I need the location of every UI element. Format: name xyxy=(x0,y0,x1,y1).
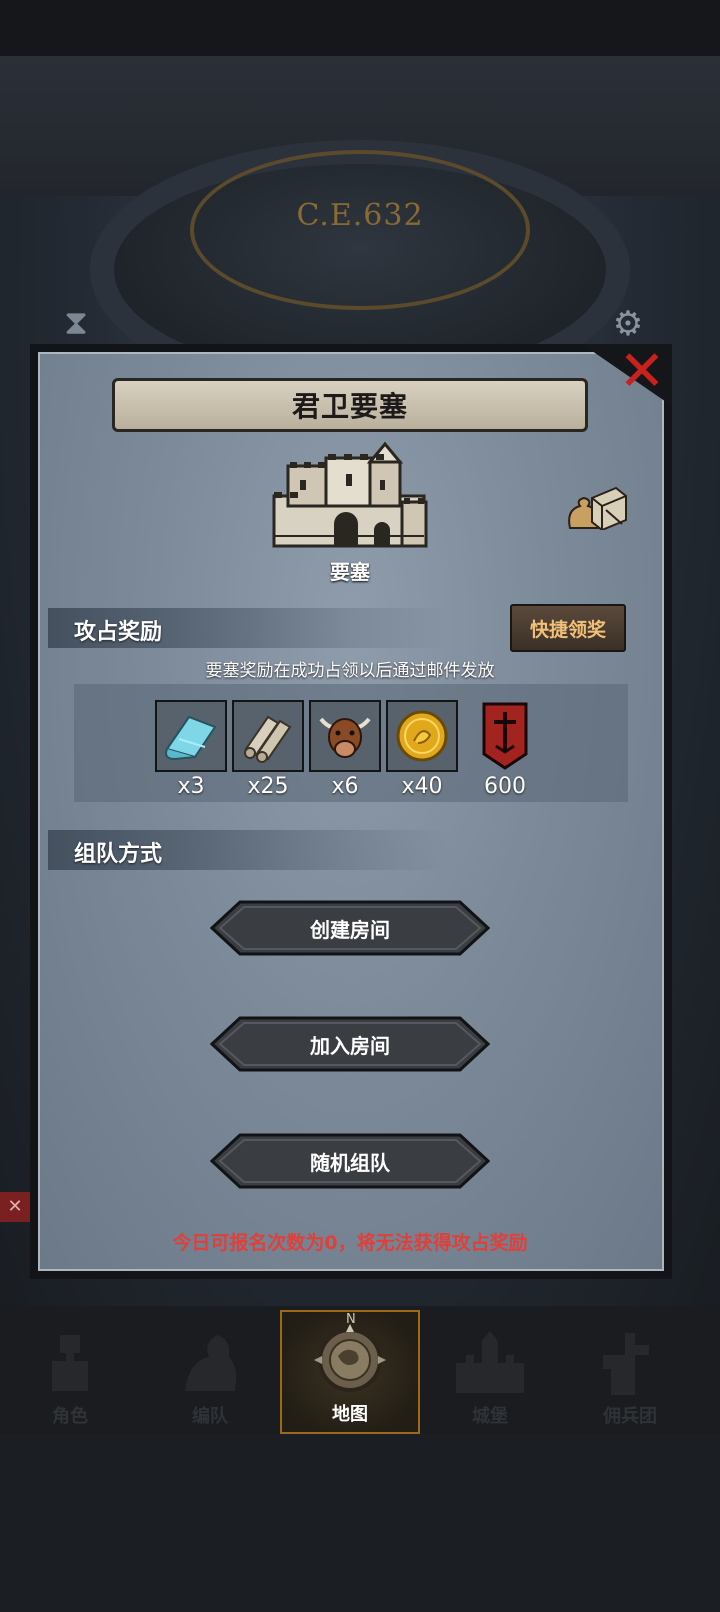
bottom-area xyxy=(0,1434,720,1612)
rewards-notice: 要塞奖励在成功占领以后通过邮件发放 xyxy=(205,661,495,681)
reward-count: 600 xyxy=(484,774,526,799)
reward-count: x25 xyxy=(247,774,289,799)
close-button[interactable]: ✕ xyxy=(610,340,674,404)
cloth-icon xyxy=(155,700,227,772)
rewards-section-title: 攻占奖励 xyxy=(74,620,163,645)
reward-count: x40 xyxy=(401,774,443,799)
nav-label: 角色 xyxy=(52,1406,88,1427)
compass-map-icon xyxy=(310,1320,390,1400)
gear-icon[interactable]: ⚙ xyxy=(608,304,648,344)
nav-label: 佣兵团 xyxy=(603,1406,657,1427)
reward-count: x3 xyxy=(177,774,205,799)
team-section-title: 组队方式 xyxy=(74,842,163,867)
crossed-swords-icon[interactable]: ✕ xyxy=(0,1192,30,1222)
nav-item-castle[interactable]: 城堡 xyxy=(420,1310,560,1434)
knight-icon xyxy=(30,1322,110,1402)
reward-item[interactable]: x6 xyxy=(309,700,381,799)
reward-item[interactable]: x3 xyxy=(155,700,227,799)
nav-item-formation[interactable]: 编队 xyxy=(140,1310,280,1434)
title-plate: 君卫要塞 xyxy=(112,378,588,432)
gold-coin-icon xyxy=(386,700,458,772)
compass-north-mark: N xyxy=(346,1312,356,1327)
year-display: C.E.632 xyxy=(296,198,424,233)
fortress-icon xyxy=(272,441,428,548)
reward-item[interactable]: x25 xyxy=(232,700,304,799)
dialog-title: 君卫要塞 xyxy=(291,390,408,423)
nav-item-map[interactable]: 地图 xyxy=(280,1310,420,1434)
close-icon: ✕ xyxy=(618,339,666,404)
reward-item[interactable]: 600 xyxy=(469,700,541,799)
status-bar-area xyxy=(0,0,720,56)
building-type-label: 要塞 xyxy=(330,560,370,584)
nav-item-character[interactable]: 角色 xyxy=(0,1310,140,1434)
castle-icon xyxy=(450,1322,530,1402)
quick-claim-button[interactable]: 快捷领奖 xyxy=(510,604,626,652)
random-team-button[interactable]: 随机组队 xyxy=(210,1133,490,1189)
scroll-icon xyxy=(232,700,304,772)
nav-label: 地图 xyxy=(332,1404,368,1425)
nav-label: 城堡 xyxy=(472,1406,508,1427)
horse-icon xyxy=(170,1322,250,1402)
reward-count: x6 xyxy=(331,774,359,799)
reward-item[interactable]: x40 xyxy=(386,700,458,799)
supply-bag-crate-icon[interactable] xyxy=(566,484,628,530)
nav-label: 编队 xyxy=(192,1406,228,1427)
join-room-button[interactable]: 加入房间 xyxy=(210,1016,490,1072)
create-room-label: 创建房间 xyxy=(310,917,390,942)
random-team-label: 随机组队 xyxy=(310,1150,390,1175)
nav-item-mercenary[interactable]: 佣兵团 xyxy=(560,1310,700,1434)
create-room-button[interactable]: 创建房间 xyxy=(210,900,490,956)
join-room-label: 加入房间 xyxy=(310,1033,390,1058)
cattle-icon xyxy=(309,700,381,772)
hourglass-icon[interactable]: ⧗ xyxy=(58,300,94,346)
guild-banner-icon xyxy=(469,700,541,772)
mercenary-icon xyxy=(590,1322,670,1402)
registration-warning: 今日可报名次数为0，将无法获得攻占奖励 xyxy=(172,1232,528,1254)
